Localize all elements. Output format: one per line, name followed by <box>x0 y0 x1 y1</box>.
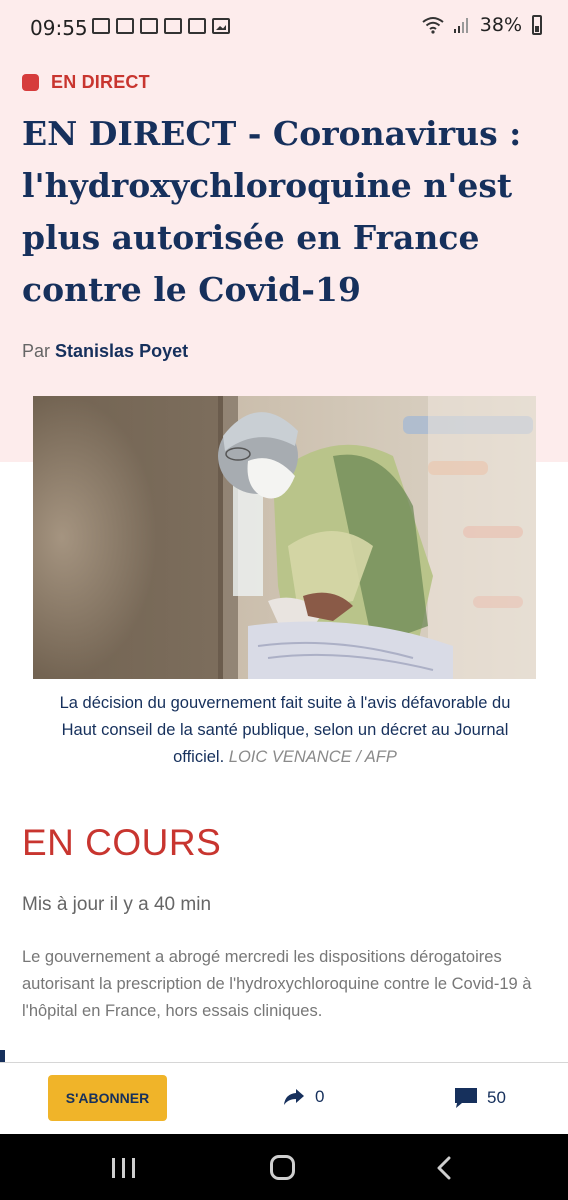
action-bar: S'ABONNER 0 50 <box>0 1063 568 1134</box>
author-link[interactable]: Stanislas Poyet <box>55 341 188 361</box>
status-bar: 09:55 38% <box>0 0 568 58</box>
byline: Par Stanislas Poyet <box>22 341 188 362</box>
article-photo[interactable] <box>33 396 536 679</box>
article-headline: EN DIRECT - Coronavirus : l'hydroxychlor… <box>22 114 522 309</box>
system-nav-bar <box>0 1134 568 1200</box>
status-time: 09:55 <box>30 16 88 40</box>
calendar-icon <box>164 18 182 34</box>
signal-icon <box>453 18 468 33</box>
mail-icon <box>92 18 110 34</box>
updated-time: Mis à jour il y a 40 min <box>22 894 212 915</box>
live-label: EN DIRECT <box>51 72 150 92</box>
notification-icons <box>92 18 230 34</box>
live-dot-icon <box>22 74 39 91</box>
system-icons: 38% <box>422 14 542 36</box>
comment-bubble-icon <box>455 1088 477 1108</box>
article-summary: Le gouvernement a abrogé mercredi les di… <box>22 948 532 1020</box>
gallery-icon <box>212 18 230 34</box>
comments-button[interactable]: 50 <box>454 1087 506 1109</box>
home-icon[interactable] <box>270 1155 295 1180</box>
byline-prefix: Par <box>22 341 51 361</box>
comment-count: 50 <box>487 1088 506 1107</box>
back-icon[interactable] <box>434 1156 454 1180</box>
mail-icon <box>140 18 158 34</box>
share-arrow-icon <box>284 1089 304 1105</box>
recents-icon[interactable] <box>112 1158 135 1178</box>
subscribe-button[interactable]: S'ABONNER <box>48 1075 167 1121</box>
battery-level: 38% <box>479 14 522 36</box>
photo-caption: La décision du gouvernement fait suite à… <box>40 690 530 771</box>
photo-credit: LOIC VENANCE / AFP <box>228 748 397 766</box>
live-tag: EN DIRECT <box>22 72 150 93</box>
live-status: EN COURS <box>22 822 222 863</box>
wifi-icon <box>422 17 444 34</box>
photo-illustration <box>33 396 536 679</box>
share-button[interactable]: 0 <box>283 1087 324 1107</box>
calendar-icon <box>116 18 134 34</box>
battery-icon <box>532 15 542 35</box>
share-count: 0 <box>315 1087 325 1106</box>
app-icon <box>188 18 206 34</box>
